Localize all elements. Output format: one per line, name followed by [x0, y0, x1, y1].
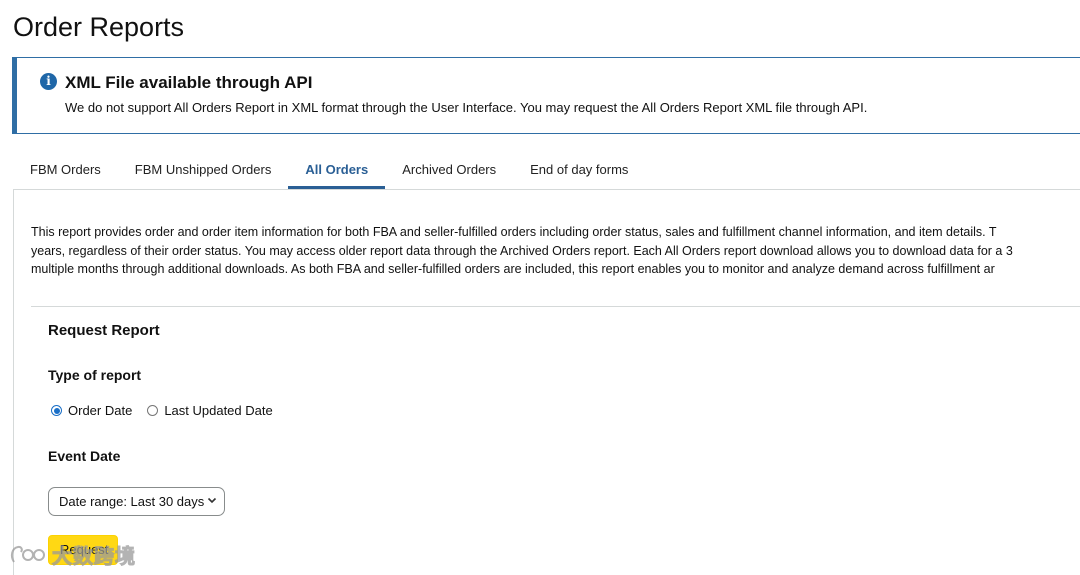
report-tabs: FBM Orders FBM Unshipped Orders All Orde… — [13, 152, 645, 189]
watermark-text: 大数跨境 — [52, 546, 136, 569]
report-description: This report provides order and order ite… — [31, 223, 1080, 279]
radio-order-date[interactable]: Order Date — [51, 403, 132, 418]
tab-fbm-orders[interactable]: FBM Orders — [13, 152, 118, 189]
date-range-value: Date range: Last 30 days — [59, 494, 205, 509]
order-reports-page: Order Reports i XML File available throu… — [0, 0, 1080, 575]
info-icon: i — [40, 73, 57, 90]
tab-archived-orders[interactable]: Archived Orders — [385, 152, 513, 189]
tab-end-of-day-forms[interactable]: End of day forms — [513, 152, 645, 189]
type-of-report-label: Type of report — [48, 367, 142, 383]
alert-title: XML File available through API — [65, 73, 313, 92]
chevron-down-icon — [207, 497, 217, 504]
watermark-logo-icon — [10, 545, 45, 563]
radio-label: Order Date — [68, 403, 133, 418]
description-line: multiple months through additional downl… — [31, 262, 995, 276]
date-range-select[interactable]: Date range: Last 30 days — [48, 487, 225, 516]
section-divider — [31, 306, 1080, 307]
radio-button-checked[interactable] — [51, 405, 62, 416]
description-line: This report provides order and order ite… — [31, 225, 997, 239]
radio-button[interactable] — [147, 405, 159, 416]
alert-text: We do not support All Orders Report in X… — [65, 100, 868, 115]
report-type-radio-group: Order Date Last Updated Date — [51, 403, 288, 418]
xml-info-alert: i XML File available through API We do n… — [12, 57, 1080, 134]
watermark: 大数跨境 — [8, 540, 136, 569]
request-report-title: Request Report — [48, 322, 160, 339]
tab-all-orders[interactable]: All Orders — [288, 152, 386, 189]
all-orders-panel: This report provides order and order ite… — [13, 189, 1080, 575]
radio-last-updated-date[interactable]: Last Updated Date — [147, 403, 273, 418]
description-line: years, regardless of their order status.… — [31, 243, 1013, 258]
event-date-label: Event Date — [48, 448, 121, 464]
page-title: Order Reports — [13, 12, 185, 42]
tab-fbm-unshipped-orders[interactable]: FBM Unshipped Orders — [118, 152, 289, 189]
radio-label: Last Updated Date — [164, 403, 273, 418]
